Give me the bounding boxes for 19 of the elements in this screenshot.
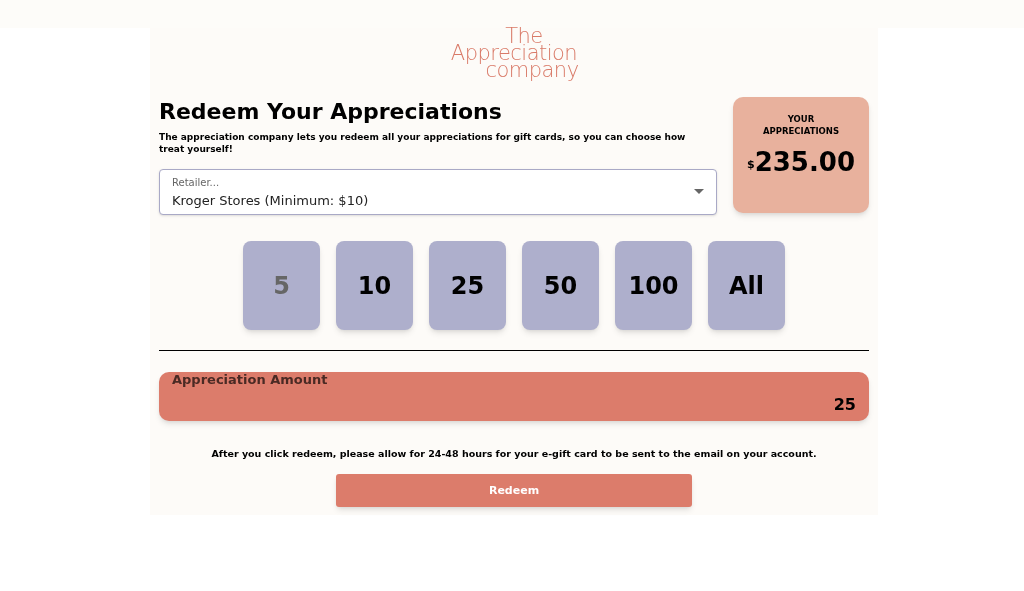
notice-text: After you click redeem, please allow for 24-48 hours for your e-gift card to be sent to the email on your account. bbox=[210, 447, 818, 461]
balance-amount: 235.00 bbox=[754, 147, 855, 177]
logo: The Appreciation company bbox=[449, 28, 579, 79]
description: The appreciation company lets you redeem all your appreciations for gift cards, so you can choose how treat yourself! bbox=[159, 131, 687, 155]
amount-button[interactable]: 100 bbox=[615, 241, 692, 330]
select-value: Kroger Stores (Minimum: $10) bbox=[172, 192, 369, 210]
amount-button[interactable]: 25 bbox=[429, 241, 506, 330]
page-heading: Redeem Your Appreciations bbox=[159, 99, 503, 125]
caret-icon bbox=[694, 189, 704, 195]
amount-button[interactable]: All bbox=[708, 241, 785, 330]
retailer-select[interactable]: Retailer... Kroger Stores (Minimum: $10) bbox=[159, 169, 717, 215]
amount-button[interactable]: 50 bbox=[522, 241, 599, 330]
currency-symbol: $ bbox=[747, 156, 755, 173]
select-label: Retailer... bbox=[172, 176, 221, 190]
balance-label: YOUR APPRECIATIONS bbox=[761, 113, 841, 137]
amount-field-value: 25 bbox=[833, 394, 856, 416]
amount-field-label: Appreciation Amount bbox=[172, 372, 329, 387]
amount-field[interactable]: Appreciation Amount 25 bbox=[159, 372, 869, 421]
amount-button[interactable]: 10 bbox=[336, 241, 413, 330]
